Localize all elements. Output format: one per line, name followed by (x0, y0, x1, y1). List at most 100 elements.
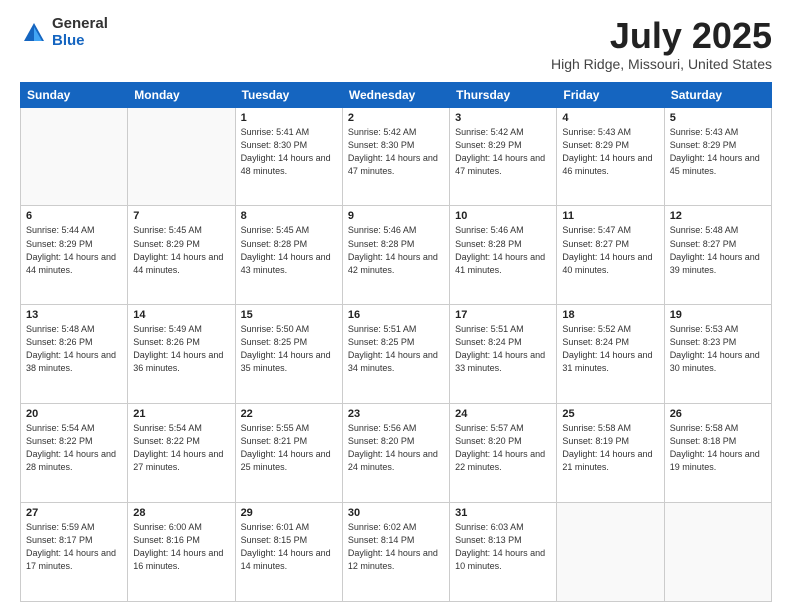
day-detail: Sunrise: 6:00 AMSunset: 8:16 PMDaylight:… (133, 521, 229, 573)
calendar-cell (128, 107, 235, 206)
calendar-cell (21, 107, 128, 206)
day-detail: Sunrise: 5:52 AMSunset: 8:24 PMDaylight:… (562, 323, 658, 375)
calendar-week-4: 20Sunrise: 5:54 AMSunset: 8:22 PMDayligh… (21, 404, 772, 503)
day-detail: Sunrise: 5:53 AMSunset: 8:23 PMDaylight:… (670, 323, 766, 375)
header-wednesday: Wednesday (342, 82, 449, 107)
header-thursday: Thursday (450, 82, 557, 107)
day-detail: Sunrise: 6:03 AMSunset: 8:13 PMDaylight:… (455, 521, 551, 573)
header-saturday: Saturday (664, 82, 771, 107)
header-friday: Friday (557, 82, 664, 107)
logo-icon (20, 19, 48, 47)
calendar-cell: 18 Sunrise: 5:52 AMSunset: 8:24 PMDayligh… (557, 305, 664, 404)
day-detail: Sunrise: 5:59 AMSunset: 8:17 PMDaylight:… (26, 521, 122, 573)
logo-text: General Blue (52, 16, 108, 49)
day-number: 19 (670, 309, 766, 321)
day-detail: Sunrise: 5:58 AMSunset: 8:18 PMDaylight:… (670, 422, 766, 474)
day-detail: Sunrise: 5:55 AMSunset: 8:21 PMDaylight:… (241, 422, 337, 474)
day-number: 22 (241, 408, 337, 420)
calendar-week-2: 6Sunrise: 5:44 AMSunset: 8:29 PMDaylight… (21, 206, 772, 305)
day-detail: Sunrise: 5:58 AMSunset: 8:19 PMDaylight:… (562, 422, 658, 474)
day-detail: Sunrise: 5:45 AMSunset: 8:29 PMDaylight:… (133, 224, 229, 276)
day-number: 3 (455, 112, 551, 124)
day-number: 25 (562, 408, 658, 420)
day-detail: Sunrise: 5:51 AMSunset: 8:25 PMDaylight:… (348, 323, 444, 375)
day-detail: Sunrise: 5:54 AMSunset: 8:22 PMDaylight:… (133, 422, 229, 474)
day-number: 8 (241, 210, 337, 222)
location-title: High Ridge, Missouri, United States (551, 56, 772, 72)
day-number: 14 (133, 309, 229, 321)
day-number: 17 (455, 309, 551, 321)
calendar-cell: 1 Sunrise: 5:41 AMSunset: 8:30 PMDaylight… (235, 107, 342, 206)
day-number: 16 (348, 309, 444, 321)
day-detail: Sunrise: 5:43 AMSunset: 8:29 PMDaylight:… (670, 126, 766, 178)
day-number: 9 (348, 210, 444, 222)
header: General Blue July 2025 High Ridge, Misso… (20, 16, 772, 72)
day-detail: Sunrise: 5:43 AMSunset: 8:29 PMDaylight:… (562, 126, 658, 178)
day-number: 2 (348, 112, 444, 124)
day-number: 1 (241, 112, 337, 124)
day-number: 11 (562, 210, 658, 222)
month-title: July 2025 (551, 16, 772, 56)
calendar-cell: 23 Sunrise: 5:56 AMSunset: 8:20 PMDayligh… (342, 404, 449, 503)
logo-general-label: General (52, 16, 108, 33)
calendar-cell: 22 Sunrise: 5:55 AMSunset: 8:21 PMDayligh… (235, 404, 342, 503)
day-detail: Sunrise: 6:02 AMSunset: 8:14 PMDaylight:… (348, 521, 444, 573)
day-number: 4 (562, 112, 658, 124)
calendar-week-3: 13 Sunrise: 5:48 AMSunset: 8:26 PMDayligh… (21, 305, 772, 404)
calendar-cell (557, 503, 664, 602)
day-detail: Sunrise: 5:48 AMSunset: 8:26 PMDaylight:… (26, 323, 122, 375)
calendar-cell: 9 Sunrise: 5:46 AMSunset: 8:28 PMDaylight… (342, 206, 449, 305)
calendar-cell (664, 503, 771, 602)
calendar-cell: 5Sunrise: 5:43 AMSunset: 8:29 PMDaylight… (664, 107, 771, 206)
day-number: 29 (241, 507, 337, 519)
day-number: 21 (133, 408, 229, 420)
calendar-cell: 2 Sunrise: 5:42 AMSunset: 8:30 PMDaylight… (342, 107, 449, 206)
calendar-cell: 4 Sunrise: 5:43 AMSunset: 8:29 PMDaylight… (557, 107, 664, 206)
day-number: 10 (455, 210, 551, 222)
day-detail: Sunrise: 5:56 AMSunset: 8:20 PMDaylight:… (348, 422, 444, 474)
day-number: 31 (455, 507, 551, 519)
calendar-cell: 6Sunrise: 5:44 AMSunset: 8:29 PMDaylight… (21, 206, 128, 305)
calendar-table: Sunday Monday Tuesday Wednesday Thursday… (20, 82, 772, 602)
calendar-cell: 19 Sunrise: 5:53 AMSunset: 8:23 PMDayligh… (664, 305, 771, 404)
day-detail: Sunrise: 5:46 AMSunset: 8:28 PMDaylight:… (348, 224, 444, 276)
day-detail: Sunrise: 5:45 AMSunset: 8:28 PMDaylight:… (241, 224, 337, 276)
calendar-cell: 11Sunrise: 5:47 AMSunset: 8:27 PMDayligh… (557, 206, 664, 305)
calendar-week-5: 27Sunrise: 5:59 AMSunset: 8:17 PMDayligh… (21, 503, 772, 602)
calendar-cell: 26Sunrise: 5:58 AMSunset: 8:18 PMDayligh… (664, 404, 771, 503)
calendar-cell: 28 Sunrise: 6:00 AMSunset: 8:16 PMDayligh… (128, 503, 235, 602)
day-detail: Sunrise: 5:48 AMSunset: 8:27 PMDaylight:… (670, 224, 766, 276)
header-tuesday: Tuesday (235, 82, 342, 107)
calendar-cell: 24Sunrise: 5:57 AMSunset: 8:20 PMDayligh… (450, 404, 557, 503)
day-detail: Sunrise: 5:42 AMSunset: 8:30 PMDaylight:… (348, 126, 444, 178)
day-detail: Sunrise: 6:01 AMSunset: 8:15 PMDaylight:… (241, 521, 337, 573)
calendar-cell: 29 Sunrise: 6:01 AMSunset: 8:15 PMDayligh… (235, 503, 342, 602)
day-detail: Sunrise: 5:51 AMSunset: 8:24 PMDaylight:… (455, 323, 551, 375)
calendar-week-1: 1 Sunrise: 5:41 AMSunset: 8:30 PMDaylight… (21, 107, 772, 206)
calendar-cell: 31 Sunrise: 6:03 AMSunset: 8:13 PMDayligh… (450, 503, 557, 602)
calendar-cell: 30 Sunrise: 6:02 AMSunset: 8:14 PMDayligh… (342, 503, 449, 602)
header-monday: Monday (128, 82, 235, 107)
calendar-cell: 21 Sunrise: 5:54 AMSunset: 8:22 PMDayligh… (128, 404, 235, 503)
day-detail: Sunrise: 5:54 AMSunset: 8:22 PMDaylight:… (26, 422, 122, 474)
day-number: 28 (133, 507, 229, 519)
day-number: 13 (26, 309, 122, 321)
day-number: 30 (348, 507, 444, 519)
page: General Blue July 2025 High Ridge, Misso… (0, 0, 792, 612)
calendar-cell: 10Sunrise: 5:46 AMSunset: 8:28 PMDayligh… (450, 206, 557, 305)
day-number: 7 (133, 210, 229, 222)
calendar-cell: 14Sunrise: 5:49 AMSunset: 8:26 PMDayligh… (128, 305, 235, 404)
day-number: 24 (455, 408, 551, 420)
calendar-cell: 12Sunrise: 5:48 AMSunset: 8:27 PMDayligh… (664, 206, 771, 305)
calendar-header: Sunday Monday Tuesday Wednesday Thursday… (21, 82, 772, 107)
calendar-cell: 16 Sunrise: 5:51 AMSunset: 8:25 PMDayligh… (342, 305, 449, 404)
day-number: 6 (26, 210, 122, 222)
logo-blue-label: Blue (52, 33, 108, 50)
logo: General Blue (20, 16, 108, 49)
calendar-cell: 13 Sunrise: 5:48 AMSunset: 8:26 PMDayligh… (21, 305, 128, 404)
day-number: 18 (562, 309, 658, 321)
day-detail: Sunrise: 5:41 AMSunset: 8:30 PMDaylight:… (241, 126, 337, 178)
calendar-cell: 25 Sunrise: 5:58 AMSunset: 8:19 PMDayligh… (557, 404, 664, 503)
header-row: Sunday Monday Tuesday Wednesday Thursday… (21, 82, 772, 107)
day-number: 23 (348, 408, 444, 420)
